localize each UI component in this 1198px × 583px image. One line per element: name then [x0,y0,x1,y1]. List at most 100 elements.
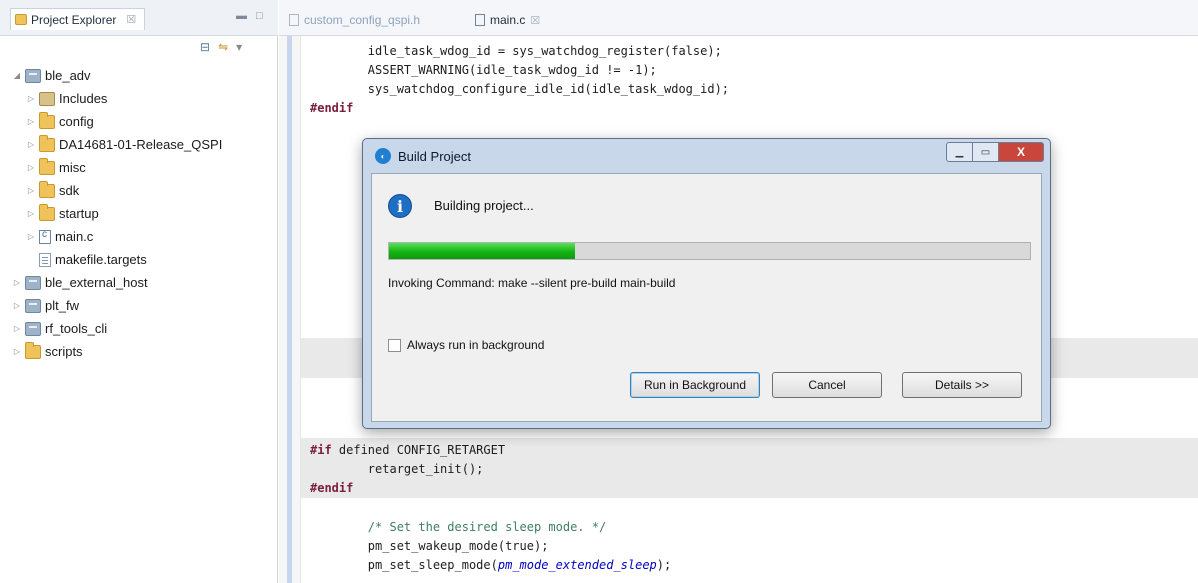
tree-item-label: misc [59,160,86,175]
tree-item-label: sdk [59,183,80,198]
cancel-button[interactable]: Cancel [772,372,882,398]
checkbox[interactable] [388,338,401,352]
explorer-toolbar: ⊟ ⇋ ▾ [200,40,242,54]
tab-project-explorer[interactable]: Project Explorer ☒ [10,8,146,30]
progress-fill [389,243,575,259]
tree-item-label: scripts [45,344,83,359]
tree-item-label: plt_fw [45,298,79,313]
editor-tabbar: custom_config_qspi.h main.c ☒ [279,0,1198,36]
tree-item-plt-fw[interactable]: ▷ plt_fw [12,294,274,317]
status-text: Building project... [434,198,534,213]
tab-custom-config-qspi[interactable]: custom_config_qspi.h [289,9,420,31]
project-icon [25,68,41,83]
dialog-body: i Building project... Invoking Command: … [371,173,1042,422]
tab-main-c[interactable]: main.c ☒ [475,9,540,31]
tab-label: Project Explorer [31,12,117,27]
tree-item-makefile-targets[interactable]: makefile.targets [12,248,274,271]
command-text: Invoking Command: make --silent pre-buil… [388,276,676,290]
details-button[interactable]: Details >> [902,372,1022,398]
code-line: pm_set_wakeup_mode(true); [310,539,549,553]
collapsed-arrow-icon[interactable]: ▷ [26,163,36,172]
collapsed-arrow-icon[interactable]: ▷ [26,232,36,241]
tree-item-da14681-01-release-qspi[interactable]: ▷ DA14681-01-Release_QSPI [12,133,274,156]
build-project-dialog: ◐ Build Project ▁ ▭ X i Building project… [362,138,1051,429]
folder-icon [39,157,55,175]
tree-item-label: rf_tools_cli [45,321,108,336]
expanded-arrow-icon[interactable]: ◢ [12,71,22,80]
folder-icon [39,111,55,129]
collapse-all-icon[interactable]: ⊟ [200,40,210,54]
always-run-background-option[interactable]: Always run in background [388,338,544,352]
close-icon[interactable]: ☒ [530,14,540,27]
project-explorer-icon [15,14,27,25]
if-condition: defined CONFIG_RETARGET [331,443,506,457]
tree-item-label: config [59,114,94,129]
maximize-button[interactable]: ▭ [973,142,999,162]
tab-label: custom_config_qspi.h [304,13,421,27]
minimize-button[interactable]: ▁ [946,142,973,162]
tree-item-misc[interactable]: ▷ misc [12,156,274,179]
view-menu-icon[interactable]: ▾ [236,40,242,54]
tab-label: main.c [490,13,526,27]
tree-item-label: Includes [59,91,108,106]
folder-icon [25,341,41,359]
scope-marker [287,36,292,583]
c-file-icon [475,14,485,26]
dialog-title: Build Project [398,148,471,164]
collapsed-arrow-icon[interactable]: ▷ [26,94,36,103]
tree-item-config[interactable]: ▷ config [12,110,274,133]
tree-item-label: startup [59,206,99,221]
info-icon: i [388,194,412,218]
minimize-icon[interactable]: ▬ [236,10,247,22]
includes-icon [39,91,55,106]
tree-item-startup[interactable]: ▷ startup [12,202,274,225]
progress-bar [388,242,1031,260]
code-line: #if defined CONFIG_RETARGET [310,441,1198,460]
preprocessor-if: #if [310,443,332,457]
collapsed-arrow-icon[interactable]: ▷ [26,117,36,126]
tree-item-label: ble_adv [45,68,91,83]
c-file-icon [39,229,51,244]
enum-constant: pm_mode_extended_sleep [497,558,657,572]
preprocessor-endif: #endif [310,481,354,495]
app-icon: ◐ [375,148,391,164]
link-with-editor-icon[interactable]: ⇋ [218,40,228,54]
preprocessor-endif: #endif [310,101,354,115]
code-line: sys_watchdog_configure_idle_id(idle_task… [310,82,730,96]
code-line: retarget_init(); [310,462,484,476]
code-line: pm_set_sleep_mode(pm_mode_extended_sleep… [310,556,1198,575]
tree-item-label: makefile.targets [55,252,147,267]
maximize-icon[interactable]: □ [256,10,263,22]
collapsed-arrow-icon[interactable]: ▷ [12,347,22,356]
checkbox-label: Always run in background [407,338,545,352]
explorer-tabbar: Project Explorer ☒ ▬ □ [0,0,278,36]
project-explorer-panel: Project Explorer ☒ ▬ □ ⊟ ⇋ ▾ ◢ ble_adv ▷ In… [0,0,278,583]
code-line: ASSERT_WARNING(idle_task_wdog_id != -1); [310,63,657,77]
dialog-titlebar[interactable]: ◐ Build Project ▁ ▭ X [363,139,1050,173]
collapsed-arrow-icon[interactable]: ▷ [26,140,36,149]
h-file-icon [289,14,299,26]
code-text: ); [656,558,672,572]
collapsed-arrow-icon[interactable]: ▷ [12,324,22,333]
tree-item-ble-adv[interactable]: ◢ ble_adv [12,64,274,87]
tree-item-ble-external-host[interactable]: ▷ ble_external_host [12,271,274,294]
collapsed-arrow-icon[interactable]: ▷ [26,209,36,218]
collapsed-arrow-icon[interactable]: ▷ [12,301,22,310]
project-icon [25,298,41,313]
tree-item-label: ble_external_host [45,275,148,290]
close-icon[interactable]: ☒ [126,13,136,26]
folder-icon [39,180,55,198]
close-button[interactable]: X [999,142,1044,162]
code-text: pm_set_sleep_mode( [310,558,498,572]
tree-item-includes[interactable]: ▷ Includes [12,87,274,110]
tree-item-rf-tools-cli[interactable]: ▷ rf_tools_cli [12,317,274,340]
project-icon [25,275,41,290]
tree-item-sdk[interactable]: ▷ sdk [12,179,274,202]
tree-item-scripts[interactable]: ▷ scripts [12,340,274,363]
run-in-background-button[interactable]: Run in Background [630,372,760,398]
folder-icon [39,203,55,221]
collapsed-arrow-icon[interactable]: ▷ [12,278,22,287]
tree-item-main-c[interactable]: ▷ main.c [12,225,274,248]
code-line: idle_task_wdog_id = sys_watchdog_registe… [310,44,722,58]
collapsed-arrow-icon[interactable]: ▷ [26,186,36,195]
